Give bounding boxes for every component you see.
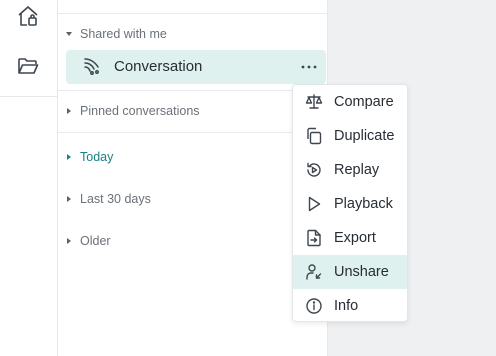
section-label: Today — [80, 150, 114, 164]
section-shared-with-me[interactable]: Shared with me — [58, 23, 327, 45]
section-label: Older — [80, 234, 111, 248]
conversation-sidebar: Shared with me Conversation Pinned conve… — [58, 0, 328, 356]
menu-item-label: Replay — [334, 162, 380, 178]
menu-item-label: Info — [334, 298, 359, 314]
replay-icon — [305, 161, 323, 179]
context-menu: Compare Duplicate Replay Playback Export… — [292, 84, 408, 322]
info-icon — [305, 297, 323, 315]
caret-down-icon — [58, 30, 80, 38]
section-last-30-days[interactable]: Last 30 days — [58, 188, 327, 210]
section-today[interactable]: Today — [58, 146, 327, 168]
caret-right-icon — [58, 153, 80, 161]
menu-item-info[interactable]: Info — [293, 289, 407, 323]
section-label: Shared with me — [80, 27, 167, 41]
menu-item-label: Export — [334, 230, 376, 246]
divider — [58, 13, 327, 14]
menu-item-label: Playback — [334, 196, 393, 212]
caret-right-icon — [58, 195, 80, 203]
scale-icon — [305, 93, 323, 111]
export-icon — [305, 229, 323, 247]
caret-right-icon — [58, 107, 80, 115]
menu-item-playback[interactable]: Playback — [293, 187, 407, 221]
more-options-icon[interactable] — [300, 59, 318, 75]
section-pinned-conversations[interactable]: Pinned conversations — [58, 100, 327, 122]
folder-icon[interactable] — [16, 54, 40, 78]
section-label: Last 30 days — [80, 192, 151, 206]
menu-item-duplicate[interactable]: Duplicate — [293, 119, 407, 153]
menu-item-unshare[interactable]: Unshare — [293, 255, 407, 289]
unshare-icon — [305, 263, 323, 281]
section-label: Pinned conversations — [80, 104, 200, 118]
divider — [58, 90, 327, 91]
menu-item-export[interactable]: Export — [293, 221, 407, 255]
menu-item-label: Unshare — [334, 264, 389, 280]
conversation-icon — [83, 57, 103, 77]
left-rail — [0, 0, 58, 356]
caret-right-icon — [58, 237, 80, 245]
section-older[interactable]: Older — [58, 230, 327, 252]
menu-item-label: Compare — [334, 94, 394, 110]
conversation-item[interactable]: Conversation — [66, 50, 326, 84]
rail-divider — [0, 96, 57, 97]
copy-icon — [305, 127, 323, 145]
divider — [58, 132, 327, 133]
menu-item-label: Duplicate — [334, 128, 395, 144]
menu-item-replay[interactable]: Replay — [293, 153, 407, 187]
menu-item-compare[interactable]: Compare — [293, 85, 407, 119]
home-icon[interactable] — [16, 4, 40, 28]
play-icon — [305, 195, 323, 213]
conversation-label: Conversation — [114, 58, 203, 75]
